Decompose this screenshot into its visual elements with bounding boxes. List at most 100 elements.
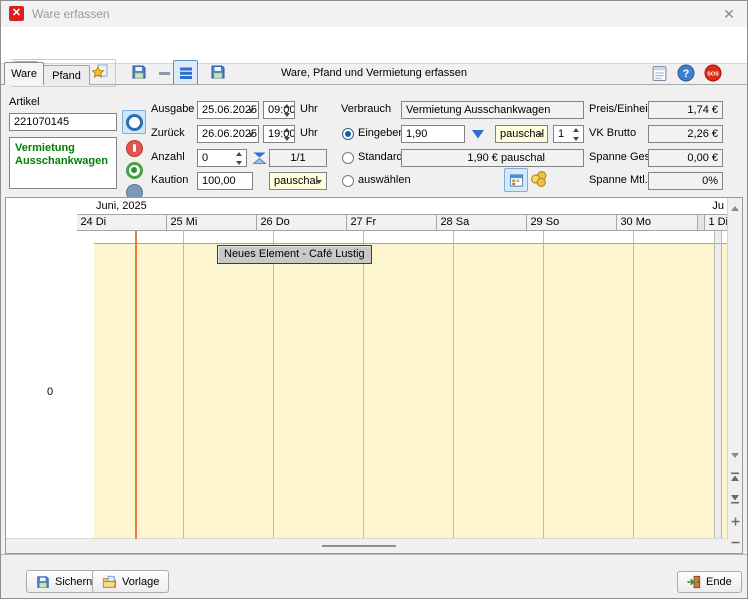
artikel-name-box: Vermietung Ausschankwagen (9, 137, 117, 189)
month-separator (698, 215, 705, 230)
calendar-body: 0 (6, 231, 728, 539)
day-column[interactable] (184, 231, 274, 539)
zurueck-time-stepper[interactable]: 19:00 (263, 125, 295, 143)
scroll-up-icon[interactable] (728, 201, 742, 215)
stop-icon (126, 140, 143, 157)
blue-triangle-down-icon (471, 129, 485, 140)
day-column[interactable] (94, 231, 184, 539)
day-header: 29 So (527, 215, 617, 230)
day-header: 30 Mo (617, 215, 698, 230)
calendar-row-gutter: 0 (6, 231, 94, 539)
uhr-label: Uhr (300, 101, 318, 118)
coins-button[interactable] (530, 170, 548, 188)
spinner-arrows-icon[interactable] (281, 128, 292, 141)
standard-radio-label[interactable]: Standard (358, 149, 403, 166)
artikel-label: Artikel (9, 94, 40, 111)
uhr-label: Uhr (300, 125, 318, 142)
eingeben-input[interactable]: 1,90 (401, 125, 465, 143)
spanne-mtl-label: Spanne Mtl. (589, 172, 648, 189)
app-icon: ✕ (9, 6, 24, 21)
eingeben-radio-label[interactable]: Eingeben (358, 125, 405, 142)
vertical-scrollbar[interactable] (727, 198, 742, 553)
preis-einheit-field: 1,74 € (648, 101, 723, 119)
app-window: ✕ Ware erfassen ✕ Ware, Pfand und Vermie… (0, 0, 748, 599)
tab-rule (1, 84, 747, 85)
status-ok-button[interactable] (122, 158, 146, 182)
spanne-mtl-field: 0% (648, 172, 723, 190)
spinner-arrows-icon[interactable] (570, 128, 581, 141)
month-separator (715, 231, 722, 539)
day-header: 1 Di (705, 215, 728, 230)
anzahl-label: Anzahl (151, 149, 185, 166)
horizontal-scrollbar[interactable] (6, 538, 728, 553)
spanne-ges-label: Spanne Ges. (589, 149, 653, 166)
calendar-gutter-header (6, 214, 77, 231)
chevron-down-icon (248, 133, 254, 137)
zoom-out-icon[interactable] (728, 535, 742, 549)
kaution-unit-select[interactable]: pauschal (269, 172, 327, 190)
ausgabe-time-stepper[interactable]: 09:00 (263, 101, 295, 119)
preis-einheit-label: Preis/Einheit (589, 101, 651, 118)
day-column[interactable] (634, 231, 715, 539)
vorlage-button[interactable]: Vorlage (92, 570, 169, 593)
current-time-line (135, 231, 137, 539)
kaution-input[interactable]: 100,00 (197, 172, 253, 190)
scroll-down-icon[interactable] (728, 448, 742, 462)
save-icon (36, 575, 50, 589)
ausgabe-date-select[interactable]: 25.06.2025 (197, 101, 259, 119)
day-header: 26 Do (257, 215, 347, 230)
title-bar: ✕ Ware erfassen ✕ (1, 1, 747, 27)
zoom-in-icon[interactable] (728, 514, 742, 528)
eingeben-radio[interactable] (342, 128, 354, 140)
zurueck-date-select[interactable]: 26.06.2025 (197, 125, 259, 143)
availability-button[interactable] (252, 151, 267, 165)
day-column[interactable] (544, 231, 634, 539)
spinner-arrows-icon[interactable] (233, 152, 244, 165)
scroll-to-top-icon[interactable] (728, 470, 742, 484)
day-column[interactable] (454, 231, 544, 539)
chevron-down-icon (537, 133, 543, 137)
row-label: 0 (6, 386, 94, 398)
anzahl-ratio-field: 1/1 (269, 149, 327, 167)
calendar-month-row: Juni, 2025 Ju (6, 198, 728, 214)
horizontal-scrollbar-thumb[interactable] (322, 545, 396, 547)
day-header: 27 Fr (347, 215, 437, 230)
coins-icon (530, 170, 548, 188)
month-label-next: Ju (712, 200, 724, 212)
close-icon[interactable]: ✕ (719, 4, 739, 24)
eingeben-unit-select[interactable]: pauschal (495, 125, 548, 143)
exit-door-icon (687, 575, 701, 589)
standard-radio[interactable] (342, 152, 354, 164)
eingeben-qty-stepper[interactable]: 1 (553, 125, 584, 143)
spanne-ges-field: 0,00 € (648, 149, 723, 167)
window-title: Ware erfassen (32, 7, 110, 21)
new-element-tooltip: Neues Element - Café Lustig (217, 245, 372, 264)
tab-bar: Ware Pfand (1, 63, 747, 85)
kaution-label: Kaution (151, 172, 188, 189)
spinner-arrows-icon[interactable] (281, 104, 292, 117)
status-ring-button[interactable] (122, 110, 146, 134)
footer-bar: Sichern Vorlage Ende (1, 554, 747, 598)
auswaehlen-radio-label[interactable]: auswählen (358, 172, 411, 189)
price-dropdown-button[interactable] (471, 129, 485, 140)
day-column[interactable] (274, 231, 364, 539)
tab-pfand[interactable]: Pfand (43, 65, 90, 85)
vk-brutto-label: VK Brutto (589, 125, 636, 142)
sichern-button[interactable]: Sichern (26, 570, 102, 593)
day-column[interactable] (364, 231, 454, 539)
anzahl-stepper[interactable]: 0 (197, 149, 247, 167)
ring-icon (126, 114, 143, 131)
folder-template-icon (102, 575, 117, 589)
ende-button[interactable]: Ende (677, 571, 742, 593)
zurueck-label: Zurück (151, 125, 185, 142)
day-header: 28 Sa (437, 215, 527, 230)
scroll-to-bottom-icon[interactable] (728, 492, 742, 506)
tab-ware[interactable]: Ware (4, 62, 44, 85)
price-table-button[interactable] (504, 168, 528, 192)
auswaehlen-radio[interactable] (342, 175, 354, 187)
toolbar: Ware, Pfand und Vermietung erfassen ? SO… (1, 27, 747, 64)
month-label: Juni, 2025 (96, 200, 147, 212)
artikel-input[interactable]: 221070145 (9, 113, 117, 131)
calendar-day-header: 24 Di 25 Mi 26 Do 27 Fr 28 Sa 29 So 30 M… (6, 214, 728, 231)
status-stop-button[interactable] (122, 136, 146, 160)
